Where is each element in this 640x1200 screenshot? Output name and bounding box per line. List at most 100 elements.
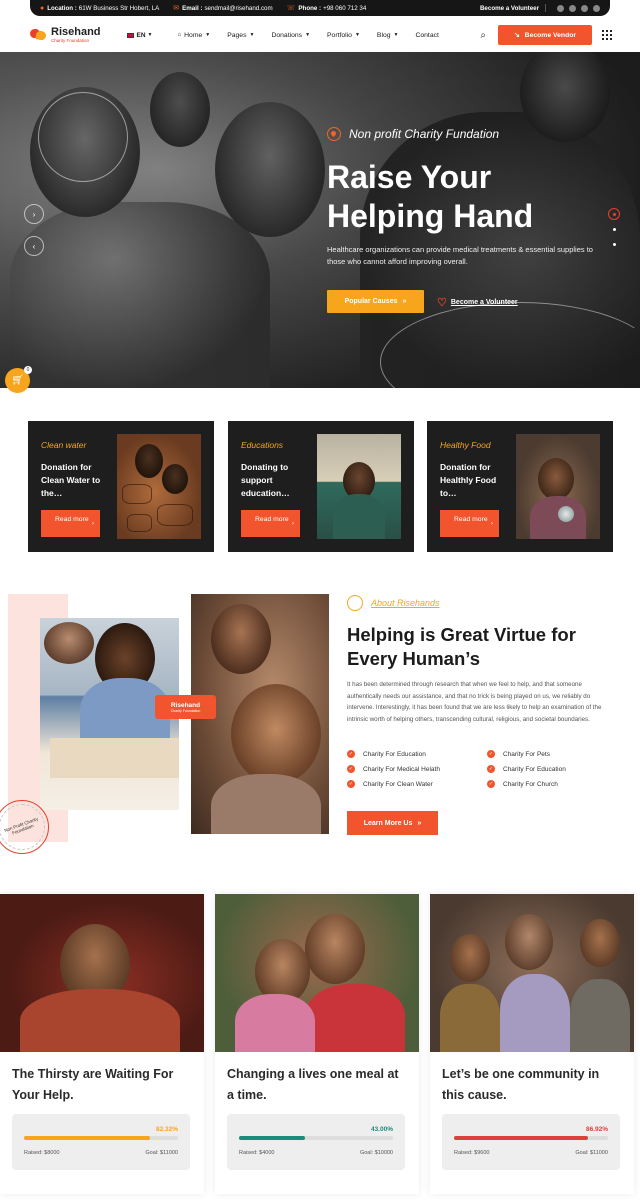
hero-next-arrow-icon[interactable]: › xyxy=(24,204,44,224)
cause-title[interactable]: Donation for Healthly Food to… xyxy=(440,461,508,500)
hero-banner: › ‹ Non profit Charity Fundation Raise Y… xyxy=(0,52,640,388)
logo[interactable]: Risehand Charity Foundation xyxy=(28,26,101,44)
progress-track xyxy=(239,1136,393,1140)
hero-prev-arrow-icon[interactable]: ‹ xyxy=(24,236,44,256)
read-more-button[interactable]: Read more › xyxy=(241,510,300,537)
raised-amount: Raised: $8000 xyxy=(24,1150,60,1156)
menu-label: Contact xyxy=(415,31,439,39)
cause-image xyxy=(317,434,401,539)
location-value: 61W Business Str Hobert, LA xyxy=(78,4,160,12)
about-tag-text: About Risehands xyxy=(371,598,440,608)
charity-list: ✓ Charity For Education ✓ Charity For Pets… xyxy=(347,750,607,788)
hero-title: Raise Your Helping Hand xyxy=(327,158,607,236)
read-more-button[interactable]: Read more › xyxy=(41,510,100,537)
menu: ⌂ Home ▼ Pages ▼ Donations ▼ Portfolio ▼ Blo… xyxy=(178,32,456,39)
cause-image xyxy=(516,434,600,539)
progress-fill xyxy=(454,1136,588,1140)
search-icon[interactable]: ⌕ xyxy=(480,30,486,41)
location-label: Location : xyxy=(47,4,77,12)
menu-item-contact[interactable]: Contact xyxy=(415,32,438,39)
menu-item-pages[interactable]: Pages ▼ xyxy=(227,32,254,39)
language-label: EN xyxy=(136,31,146,39)
donation-image xyxy=(0,894,204,1052)
list-item-label: Charity For Church xyxy=(503,780,558,788)
menu-item-blog[interactable]: Blog ▼ xyxy=(377,32,399,39)
cart-icon: 🛒︎ xyxy=(11,375,24,386)
learn-more-button[interactable]: Learn More Us » xyxy=(347,811,438,835)
list-item: ✓ Charity For Clean Water xyxy=(347,780,487,788)
language-selector[interactable]: EN ▼ xyxy=(126,31,153,39)
link-label: Become a Volunteer xyxy=(450,299,518,306)
become-vendor-button[interactable]: ↘ Become Vendor xyxy=(498,25,592,45)
chevron-down-icon: ▼ xyxy=(393,32,399,38)
phone-label: Phone : xyxy=(298,4,322,12)
chevron-down-icon: ▼ xyxy=(354,32,360,38)
main-navigation: Risehand Charity Foundation EN ▼ ⌂ Home ▼… xyxy=(28,20,612,50)
menu-item-donations[interactable]: Donations ▼ xyxy=(271,32,310,39)
hands-heart-icon xyxy=(347,595,363,611)
donation-title[interactable]: Let’s be one community in this cause. xyxy=(442,1064,622,1106)
slider-dot[interactable] xyxy=(608,208,620,220)
donation-title[interactable]: The Thirsty are Waiting For Your Help. xyxy=(12,1064,192,1106)
charity-stamp: Non Profit Charity Foundation xyxy=(0,800,49,854)
read-more-button[interactable]: Read more › xyxy=(440,510,499,537)
cart-button[interactable]: 🛒︎ 0 xyxy=(5,366,32,393)
slider-dots xyxy=(608,208,620,253)
check-icon: ✓ xyxy=(487,765,495,773)
donation-progress-box: 43.00% Raised: $4000 Goal: $10000 xyxy=(227,1114,405,1170)
progress-track xyxy=(454,1136,608,1140)
popular-causes-button[interactable]: Popular Causes » xyxy=(327,290,424,313)
progress-fill xyxy=(24,1136,151,1140)
progress-percent: 43.00% xyxy=(370,1126,393,1133)
menu-item-home[interactable]: ⌂ Home ▼ xyxy=(178,32,211,39)
hero-title-line: Helping Hand xyxy=(327,198,534,234)
hero-title-line: Raise Your xyxy=(327,159,492,195)
email-label: Email : xyxy=(182,4,203,12)
donation-card: The Thirsty are Waiting For Your Help. 8… xyxy=(0,894,204,1194)
skype-icon[interactable] xyxy=(581,4,588,12)
goal-amount: Goal: $11000 xyxy=(575,1150,608,1156)
arrow-down-right-icon: ↘ xyxy=(513,32,520,39)
list-item: ✓ Charity For Medical Helath xyxy=(347,765,487,773)
uk-flag-icon xyxy=(126,32,134,38)
slider-dot[interactable] xyxy=(608,238,620,250)
become-volunteer-link[interactable]: Become a Volunteer xyxy=(480,5,539,12)
cause-title[interactable]: Donating to support education… xyxy=(241,461,309,500)
email-value[interactable]: sendmail@risehand.com xyxy=(204,5,272,12)
cause-image xyxy=(117,434,201,539)
button-label: Read more xyxy=(454,516,488,523)
menu-item-portfolio[interactable]: Portfolio ▼ xyxy=(327,32,360,39)
about-description: It has been determined through research … xyxy=(347,681,602,724)
divider xyxy=(545,4,546,12)
email-info[interactable]: ✉ Email : sendmail@risehand.com xyxy=(173,4,272,13)
become-volunteer-link[interactable]: ♡ Become a Volunteer xyxy=(437,296,518,309)
button-label: Read more xyxy=(55,516,89,523)
chevron-down-icon: ▼ xyxy=(249,32,255,38)
badge-sub: Charity Foundation xyxy=(170,708,201,713)
hands-heart-icon xyxy=(28,26,48,44)
phone-value[interactable]: +98 060 712 34 xyxy=(323,5,366,12)
phone-icon: ☏ xyxy=(286,5,296,12)
chevron-down-icon: ▼ xyxy=(305,32,311,38)
cause-category: Clean water xyxy=(41,440,87,450)
donation-title[interactable]: Changing a lives one meal at a time. xyxy=(227,1064,407,1106)
list-item-label: Charity For Medical Helath xyxy=(363,765,440,773)
topbar-right: Become a Volunteer xyxy=(480,4,600,12)
button-label: Popular Causes xyxy=(344,298,398,305)
donation-progress-box: 86.92% Raised: $9600 Goal: $11000 xyxy=(442,1114,620,1170)
grid-menu-icon[interactable] xyxy=(602,30,612,40)
slider-dot[interactable] xyxy=(608,223,620,235)
x-twitter-icon[interactable] xyxy=(569,4,576,12)
decorative-circle xyxy=(38,92,128,182)
chevron-down-icon: ▼ xyxy=(205,32,211,38)
raised-amount: Raised: $9600 xyxy=(454,1150,490,1156)
cause-title[interactable]: Donation for Clean Water to the… xyxy=(41,461,109,500)
brand-name: Risehand xyxy=(51,26,101,38)
facebook-icon[interactable] xyxy=(557,4,564,12)
phone-info[interactable]: ☏ Phone : +98 060 712 34 xyxy=(286,4,367,13)
hero-tagline: Non profit Charity Fundation xyxy=(327,127,499,141)
goal-amount: Goal: $10000 xyxy=(359,1150,393,1156)
telegram-icon[interactable] xyxy=(593,4,600,12)
double-chevron-right-icon: » xyxy=(417,819,422,827)
cause-category: Educations xyxy=(241,440,284,450)
